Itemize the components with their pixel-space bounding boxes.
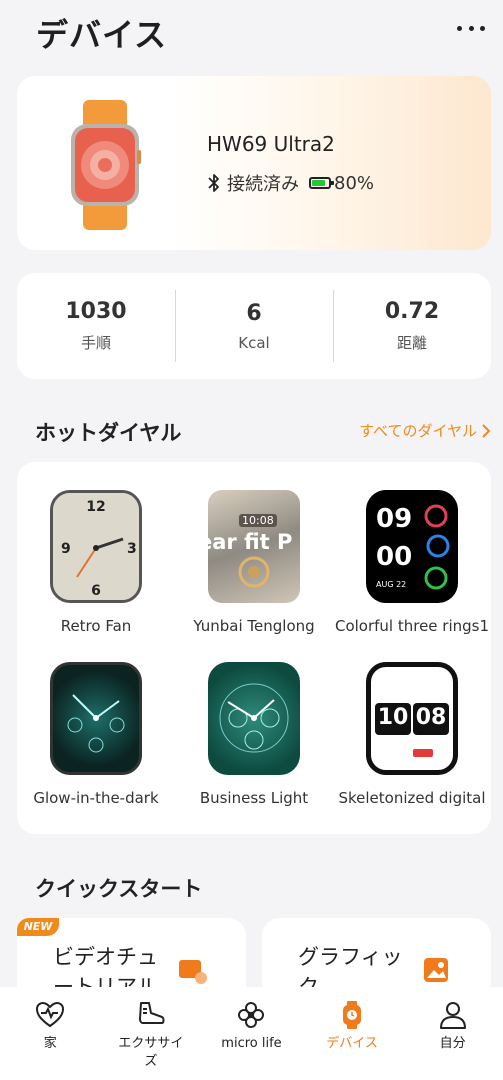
dial-face: 09 00 AUG 22 [366,490,458,603]
tab-me[interactable]: 自分 [402,987,503,1080]
quick-start-title: クイックスタート [35,877,203,901]
dial-retro-fan[interactable]: 12 9 3 6 Retro Fan [16,490,176,635]
glow-dial-art [67,694,125,753]
stat-steps: 1030 手順 [17,273,175,379]
dial-overlay-text: ear fit P [208,530,293,554]
rings-art [424,504,450,590]
svg-text:6: 6 [91,583,101,599]
flower-icon [238,1002,265,1028]
tab-label: エクササイズ [118,1036,184,1069]
device-name: HW69 Ultra2 [207,132,335,156]
dial-name: Yunbai Tenglong [193,617,315,635]
red-indicator [413,749,433,757]
dial-colorful-three-rings[interactable]: 09 00 AUG 22 Colorful three rings1 [332,490,492,635]
retro-dial-art: 12 9 3 6 [53,493,139,600]
dial-face [50,662,142,775]
dial-name: Colorful three rings1 [334,617,490,635]
dial-name: Glow-in-the-dark [33,789,159,807]
video-icon [179,960,207,984]
more-dots-icon[interactable] [457,18,485,38]
tab-label: デバイス [326,1036,378,1051]
dial-face: 12 9 3 6 [50,490,142,603]
new-badge: NEW [17,918,59,936]
tab-label: 家 [43,1036,57,1051]
stat-label: Kcal [238,333,270,352]
person-icon [439,1002,466,1029]
all-dials-link[interactable]: すべてのダイヤル [359,420,491,441]
dial-yunbai-tenglong[interactable]: 10:08 ear fit P Yunbai Tenglong [174,490,334,635]
battery-fill [312,180,325,186]
dial-business-light[interactable]: Business Light [174,662,334,807]
tab-home[interactable]: 家 [0,987,101,1080]
svg-text:12: 12 [86,499,105,515]
watch-icon [343,1001,362,1029]
dial-face: 10:08 ear fit P [208,490,300,603]
dial-minutes: 08 [415,705,447,730]
hot-dials-title: ホットダイヤル [35,421,182,445]
dial-name: Skeletonized digital [338,789,486,807]
shoe-icon [138,1002,165,1024]
watch-image-icon [71,100,141,230]
tab-exercise[interactable]: エクササイズ [101,987,202,1080]
device-status: 接続済み 80% [207,172,375,195]
tab-bar: 家 エクササイズ micro life デバイス 自分 [0,987,503,1080]
header: デバイス [0,0,503,62]
stats-card[interactable]: 1030 手順 6 Kcal 0.72 距離 [17,273,491,379]
dial-skeletonized-digital[interactable]: 10 08 Skeletonized digital [332,662,492,807]
business-dial-art [219,683,289,753]
stat-kcal: 6 Kcal [175,273,333,379]
heart-pulse-icon [36,1001,65,1028]
dial-face: 10 08 [366,662,458,775]
tab-label: 自分 [439,1036,466,1051]
dial-hours: 10 [377,705,409,730]
bluetooth-icon [208,174,219,192]
svg-text:3: 3 [127,541,137,557]
battery-icon [309,177,334,189]
dial-name: Business Light [199,789,309,807]
stat-value: 1030 [65,299,127,324]
connection-status: 接続済み [227,174,299,195]
stat-label: 距離 [396,334,427,352]
stat-value: 6 [246,300,262,326]
page-title: デバイス [36,16,168,54]
image-icon [424,958,448,982]
dials-card: 12 9 3 6 Retro Fan 10:08 ear fit P Yunba… [17,462,491,834]
tab-micro-life[interactable]: micro life [201,987,302,1080]
stat-label: 手順 [80,334,111,352]
svg-text:9: 9 [61,541,71,557]
battery-percent: 80% [334,172,375,194]
dial-glow-in-the-dark[interactable]: Glow-in-the-dark [16,662,176,807]
tab-device[interactable]: デバイス [302,987,403,1080]
dial-face [208,662,300,775]
dial-name: Retro Fan [60,617,132,635]
stat-value: 0.72 [384,299,440,324]
stat-distance: 0.72 距離 [333,273,491,379]
tab-label: micro life [221,1036,282,1051]
device-card[interactable]: HW69 Ultra2 接続済み 80% [17,76,491,250]
all-dials-label: すべてのダイヤル [359,422,477,440]
chevron-right-icon [482,423,491,438]
